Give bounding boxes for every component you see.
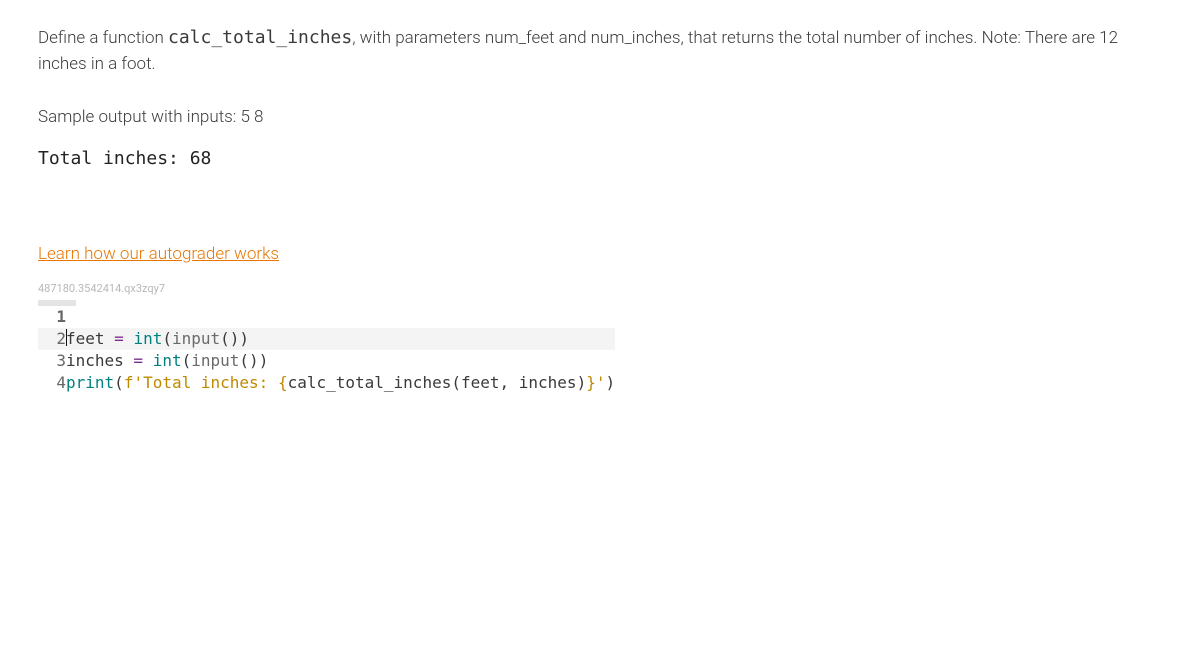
autograder-link[interactable]: Learn how our autograder works bbox=[38, 242, 279, 268]
code-content[interactable]: print(f'Total inches: {calc_total_inches… bbox=[66, 372, 615, 394]
prompt-pre: Define a function bbox=[38, 28, 168, 48]
line-number: 3 bbox=[38, 350, 66, 372]
prompt-function-name: calc_total_inches bbox=[168, 27, 352, 48]
code-line-2: 2 feet = int(input()) bbox=[38, 328, 615, 350]
code-line-1: 1 bbox=[38, 306, 615, 328]
code-content[interactable]: feet = int(input()) bbox=[66, 328, 615, 350]
sample-output-value: Total inches: 68 bbox=[38, 145, 1162, 172]
code-content[interactable] bbox=[66, 306, 615, 328]
code-line-3: 3 inches = int(input()) bbox=[38, 350, 615, 372]
sample-output-label: Sample output with inputs: 5 8 bbox=[38, 105, 1162, 131]
line-number: 4 bbox=[38, 372, 66, 394]
code-line-4: 4 print(f'Total inches: {calc_total_inch… bbox=[38, 372, 615, 394]
question-id: 487180.3542414.qx3zqy7 bbox=[38, 281, 1162, 298]
code-content[interactable]: inches = int(input()) bbox=[66, 350, 615, 372]
problem-prompt: Define a function calc_total_inches, wit… bbox=[38, 24, 1162, 77]
code-editor[interactable]: 1 2 feet = int(input()) 3 inches = int(i… bbox=[38, 306, 615, 394]
line-number: 1 bbox=[38, 306, 66, 328]
line-number: 2 bbox=[38, 328, 66, 350]
